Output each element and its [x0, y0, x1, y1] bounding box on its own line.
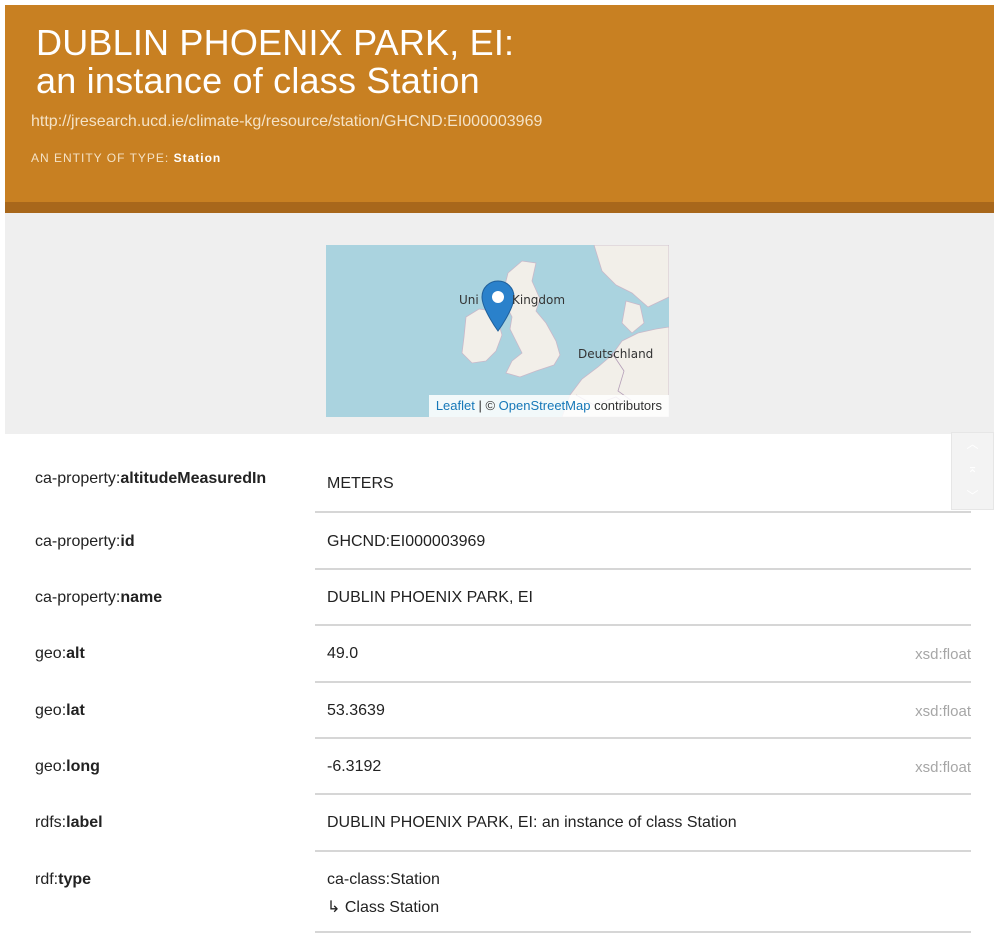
- entity-type: AN ENTITY OF TYPE: Station: [31, 151, 221, 165]
- header-bottom-strip: [5, 202, 994, 213]
- row-divider: [315, 681, 971, 683]
- property-value: 49.0: [327, 645, 359, 662]
- datatype-link[interactable]: xsd:float: [915, 646, 971, 663]
- property-local-name: label: [66, 814, 103, 831]
- scroll-controls: ︿ ⌅ ﹀: [951, 432, 994, 510]
- property-name[interactable]: geo:long: [35, 758, 100, 776]
- property-name[interactable]: rdf:type: [35, 871, 91, 889]
- map-tiles: [461, 245, 669, 417]
- row-divider: [315, 737, 971, 739]
- property-value: DUBLIN PHOENIX PARK, EI: an instance of …: [327, 814, 737, 831]
- class-label-subvalue: ↳ Class Station: [327, 899, 440, 916]
- datatype-link[interactable]: xsd:float: [915, 703, 971, 720]
- row-divider: [315, 624, 971, 626]
- resource-uri-link[interactable]: http://jresearch.ucd.ie/climate-kg/resou…: [31, 113, 542, 131]
- datatype-link[interactable]: xsd:float: [915, 759, 971, 776]
- property-name[interactable]: rdfs:label: [35, 814, 103, 832]
- location-map[interactable]: Uni Kingdom Deutschland Leaflet | © Open…: [326, 245, 669, 417]
- leaflet-link[interactable]: Leaflet: [436, 398, 475, 413]
- great-britain-land: [503, 260, 561, 378]
- page-title: DUBLIN PHOENIX PARK, EI: an instance of …: [36, 24, 514, 100]
- property-name[interactable]: ca-property:id: [35, 533, 135, 551]
- page-header: DUBLIN PHOENIX PARK, EI: an instance of …: [5, 5, 994, 202]
- property-local-name: id: [120, 533, 135, 550]
- property-value: METERS: [327, 475, 394, 492]
- scandinavia-land: [593, 245, 669, 308]
- attribution-separator: | ©: [474, 398, 499, 413]
- property-local-name: long: [66, 758, 100, 775]
- property-prefix: rdf:: [35, 871, 59, 888]
- property-local-name: lat: [66, 702, 85, 719]
- property-value: GHCND:EI000003969: [327, 533, 486, 550]
- property-prefix: geo:: [35, 702, 67, 719]
- map-attribution: Leaflet | © OpenStreetMap contributors: [428, 395, 669, 417]
- property-local-name: altitudeMeasuredIn: [120, 470, 267, 487]
- scroll-up-icon[interactable]: ︿: [952, 435, 993, 452]
- scroll-top-icon[interactable]: ⌅: [952, 461, 993, 475]
- property-local-name: type: [58, 871, 92, 888]
- property-name[interactable]: geo:lat: [35, 702, 85, 720]
- entity-type-value-link[interactable]: Station: [174, 151, 222, 165]
- row-divider: [315, 850, 971, 852]
- row-divider: [315, 511, 971, 513]
- property-prefix: geo:: [35, 645, 67, 662]
- map-label-germany: Deutschland: [578, 347, 654, 361]
- denmark-land: [621, 300, 645, 334]
- property-value: -6.3192: [327, 758, 382, 775]
- row-divider: [315, 568, 971, 570]
- property-prefix: ca-property:: [35, 470, 121, 487]
- row-divider: [315, 793, 971, 795]
- property-local-name: name: [120, 589, 163, 606]
- property-local-name: alt: [66, 645, 85, 662]
- title-line-1: DUBLIN PHOENIX PARK, EI:: [36, 22, 515, 63]
- property-name[interactable]: ca-property:altitudeMeasuredIn: [35, 470, 266, 488]
- property-value: DUBLIN PHOENIX PARK, EI: [327, 589, 533, 606]
- property-name[interactable]: ca-property:name: [35, 589, 162, 607]
- property-prefix: ca-property:: [35, 533, 121, 550]
- entity-type-label: AN ENTITY OF TYPE:: [31, 151, 170, 165]
- property-name[interactable]: geo:alt: [35, 645, 85, 663]
- property-prefix: ca-property:: [35, 589, 121, 606]
- property-prefix: geo:: [35, 758, 67, 775]
- property-value-link[interactable]: ca-class:Station: [327, 871, 440, 889]
- property-prefix: rdfs:: [35, 814, 67, 831]
- attribution-suffix: contributors: [590, 398, 662, 413]
- map-label-uk-right: Kingdom: [512, 293, 566, 307]
- property-value: 53.3639: [327, 702, 385, 719]
- map-label-uk-left: Uni: [459, 293, 479, 307]
- openstreetmap-link[interactable]: OpenStreetMap: [499, 398, 591, 413]
- scroll-down-icon[interactable]: ﹀: [952, 487, 993, 504]
- title-line-2: an instance of class Station: [36, 60, 480, 101]
- row-divider: [315, 931, 971, 933]
